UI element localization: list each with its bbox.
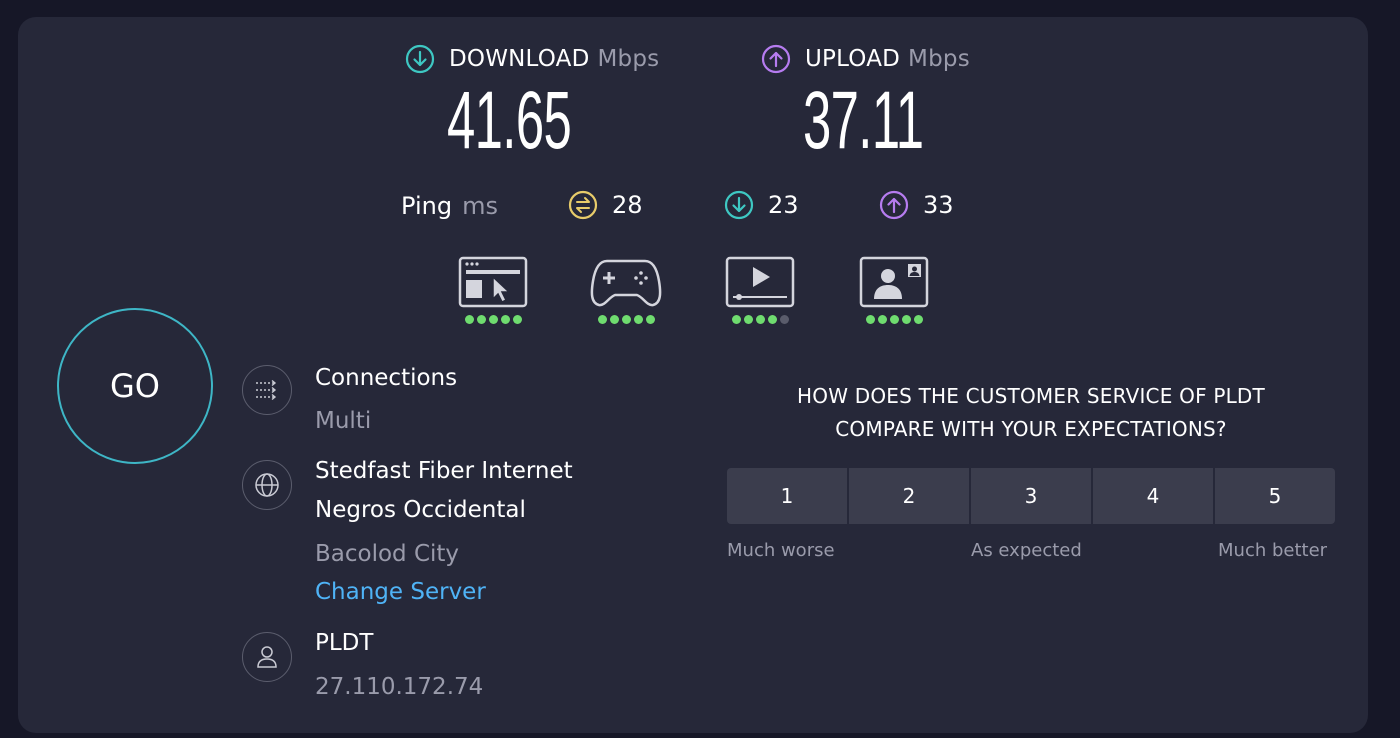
ping-download: 23	[724, 190, 799, 220]
arrow-up-circle-icon	[761, 44, 791, 74]
server-city: Bacolod City	[315, 541, 460, 567]
upload-unit: Mbps	[908, 46, 970, 72]
rating-low-label: Much worse	[727, 540, 835, 561]
rating-dot	[877, 315, 887, 324]
rating-dot	[609, 315, 619, 324]
ping-idle: 28	[568, 190, 643, 220]
globe-icon	[242, 460, 292, 510]
rating-scale: 1 2 3 4 5	[727, 468, 1335, 524]
rating-dot	[488, 315, 498, 324]
arrow-up-circle-icon	[879, 190, 909, 220]
quality-dots	[856, 315, 932, 324]
connections-icon	[242, 365, 292, 415]
upload-header: UPLOAD Mbps	[761, 44, 970, 74]
download-value: 41.65	[447, 75, 572, 166]
go-button[interactable]: GO	[57, 308, 213, 464]
gaming-controller-icon	[590, 259, 662, 307]
quality-video-streaming	[722, 255, 798, 324]
rating-dot	[731, 315, 741, 324]
connections-title: Connections	[315, 365, 458, 391]
change-server-link[interactable]: Change Server	[315, 579, 486, 605]
server-name-line2: Negros Occidental	[315, 497, 526, 523]
quality-dots	[722, 315, 798, 324]
quality-dots	[455, 315, 531, 324]
results-card	[18, 17, 1368, 733]
upload-label: UPLOAD	[805, 46, 901, 72]
rating-dot	[645, 315, 655, 324]
arrow-down-circle-icon	[724, 190, 754, 220]
survey-question-line1: HOW DOES THE CUSTOMER SERVICE OF PLDT	[797, 384, 1265, 408]
ping-label: Ping ms	[401, 192, 498, 220]
quality-dots	[588, 315, 664, 324]
quality-gaming	[588, 255, 664, 324]
ping-unit: ms	[462, 192, 498, 220]
connections-value: Multi	[315, 408, 372, 434]
provider-ip: 27.110.172.74	[315, 674, 484, 700]
download-unit: Mbps	[597, 46, 660, 72]
provider-name: PLDT	[315, 630, 374, 656]
survey-question: HOW DOES THE CUSTOMER SERVICE OF PLDT CO…	[727, 380, 1335, 446]
rating-button-3[interactable]: 3	[971, 468, 1091, 524]
quality-video-call	[856, 255, 932, 324]
rating-dot	[913, 315, 923, 324]
download-label: DOWNLOAD	[449, 46, 590, 72]
rating-mid-label: As expected	[971, 540, 1082, 561]
rating-dot	[500, 315, 510, 324]
rating-button-4[interactable]: 4	[1093, 468, 1213, 524]
ping-upload-value: 33	[923, 191, 954, 219]
rating-high-label: Much better	[1218, 540, 1328, 561]
rating-dot	[512, 315, 522, 324]
rating-dot	[779, 315, 789, 324]
quality-web-browsing	[455, 255, 531, 324]
rating-button-2[interactable]: 2	[849, 468, 969, 524]
ping-upload: 33	[879, 190, 954, 220]
download-header: DOWNLOAD Mbps	[405, 44, 659, 74]
rating-dot	[476, 315, 486, 324]
rating-dot	[889, 315, 899, 324]
ping-download-value: 23	[768, 191, 799, 219]
video-call-icon	[859, 256, 929, 308]
rating-dot	[621, 315, 631, 324]
upload-value: 37.11	[803, 75, 924, 166]
rating-dot	[901, 315, 911, 324]
rating-button-5[interactable]: 5	[1215, 468, 1335, 524]
rating-dot	[464, 315, 474, 324]
idle-latency-icon	[568, 190, 598, 220]
rating-button-1[interactable]: 1	[727, 468, 847, 524]
rating-dot	[755, 315, 765, 324]
rating-dot	[743, 315, 753, 324]
rating-dot	[865, 315, 875, 324]
ping-idle-value: 28	[612, 191, 643, 219]
server-name-line1: Stedfast Fiber Internet	[315, 458, 573, 484]
video-streaming-icon	[725, 256, 795, 308]
rating-dot	[767, 315, 777, 324]
survey-question-line2: COMPARE WITH YOUR EXPECTATIONS?	[835, 417, 1227, 441]
arrow-down-circle-icon	[405, 44, 435, 74]
rating-dot	[597, 315, 607, 324]
ping-title: Ping	[401, 192, 453, 220]
user-icon	[242, 632, 292, 682]
web-browsing-icon	[458, 256, 528, 308]
rating-dot	[633, 315, 643, 324]
